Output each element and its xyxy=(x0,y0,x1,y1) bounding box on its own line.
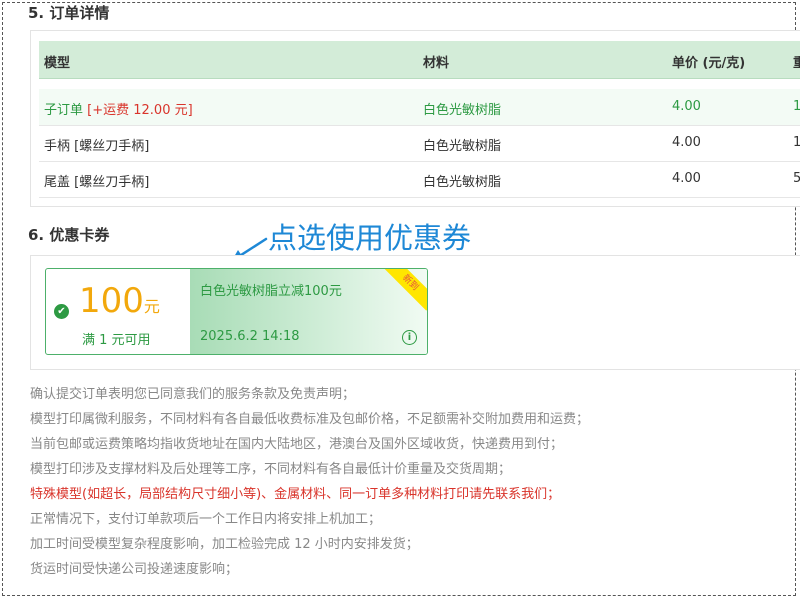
header-material: 材料 xyxy=(423,56,450,71)
order-details-title: 5. 订单详情 xyxy=(28,4,110,22)
table-row[interactable]: 子订单 [+运费 12.00 元] 白色光敏树脂 4.00 1 xyxy=(39,89,800,126)
row-model: 手柄 [螺丝刀手柄] xyxy=(44,139,150,154)
row-material: 白色光敏树脂 xyxy=(423,139,502,154)
note-line: 模型打印属微利服务，不同材料有各自最低收费标准及包邮价格，不足额需补交附加费用和… xyxy=(30,412,590,427)
row-weight: 1 xyxy=(793,99,800,114)
new-badge: 新到 xyxy=(382,269,427,311)
order-table: 模型 材料 单价 (元/克) 重 子订单 [+运费 12.00 元] 白色光敏树… xyxy=(30,30,800,207)
row-model: 子订单 xyxy=(44,103,84,118)
note-line: 当前包邮或运费策略均指收货地址在国内大陆地区，港澳台及国外区域收货，快递费用到付… xyxy=(30,437,564,452)
note-line: 模型打印涉及支撑材料及后处理等工序，不同材料有各自最低计价重量及交货周期； xyxy=(30,462,512,477)
coupon-description: 白色光敏树脂立减100元 xyxy=(200,284,342,299)
coupon-card[interactable]: ✔ 100元 满 1 元可用 白色光敏树脂立减100元 2025.6.2 14:… xyxy=(45,268,428,355)
note-line-warning: 特殊模型(如超长，局部结构尺寸细小等)、金属材料、同一订单多种材料打印请先联系我… xyxy=(30,487,561,502)
note-line: 加工时间受模型复杂程度影响，加工检验完成 12 小时内安排发货； xyxy=(30,537,419,552)
row-material: 白色光敏树脂 xyxy=(423,103,502,118)
note-line: 货运时间受快递公司投递速度影响； xyxy=(30,562,239,577)
coupon-section-title: 6. 优惠卡券 xyxy=(28,226,110,244)
note-line: 正常情况下，支付订单款项后一个工作日内将安排上机加工； xyxy=(30,512,382,527)
row-price: 4.00 xyxy=(672,171,701,186)
coupon-condition: 满 1 元可用 xyxy=(82,333,151,348)
row-model: 尾盖 [螺丝刀手柄] xyxy=(44,175,150,190)
row-weight: 5 xyxy=(793,171,800,186)
row-weight: 1 xyxy=(793,135,800,150)
terms-notes: 确认提交订单表明您已同意我们的服务条款及免责声明； 模型打印属微利服务，不同材料… xyxy=(30,382,790,582)
coupon-detail-area: 白色光敏树脂立减100元 2025.6.2 14:18 i 新到 xyxy=(190,269,427,354)
header-weight: 重 xyxy=(793,56,800,71)
coupon-panel: ✔ 100元 满 1 元可用 白色光敏树脂立减100元 2025.6.2 14:… xyxy=(30,255,800,370)
row-price: 4.00 xyxy=(672,99,701,114)
coupon-value-area: ✔ 100元 满 1 元可用 xyxy=(46,269,190,354)
row-shipping-fee: [+运费 12.00 元] xyxy=(87,103,193,118)
info-icon[interactable]: i xyxy=(402,330,417,345)
note-line: 确认提交订单表明您已同意我们的服务条款及免责声明； xyxy=(30,387,356,402)
row-price: 4.00 xyxy=(672,135,701,150)
header-unit-price: 单价 (元/克) xyxy=(672,56,746,71)
annotation-text: 点选使用优惠券 xyxy=(268,221,472,255)
header-model: 模型 xyxy=(44,56,71,71)
coupon-amount-unit: 元 xyxy=(143,297,160,316)
table-row[interactable]: 尾盖 [螺丝刀手柄] 白色光敏树脂 4.00 5 xyxy=(39,161,800,198)
checkmark-icon: ✔ xyxy=(54,304,69,319)
coupon-date: 2025.6.2 14:18 xyxy=(200,329,300,344)
table-header: 模型 材料 单价 (元/克) 重 xyxy=(39,41,800,79)
coupon-amount: 100元 xyxy=(79,281,160,321)
table-row[interactable]: 手柄 [螺丝刀手柄] 白色光敏树脂 4.00 1 xyxy=(39,125,800,162)
coupon-amount-number: 100 xyxy=(79,281,144,321)
row-material: 白色光敏树脂 xyxy=(423,175,502,190)
